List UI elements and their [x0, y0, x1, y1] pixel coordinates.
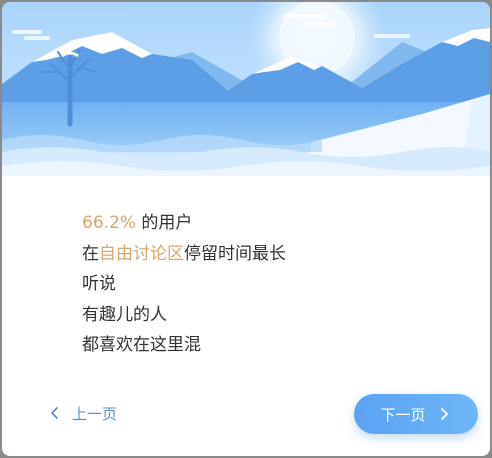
guide-line: 在自由讨论区停留时间最长 — [82, 239, 286, 270]
guide-text: 的用户 — [136, 213, 193, 233]
guide-line: 有趣儿的人 — [82, 300, 286, 331]
guide-line: 听说 — [82, 269, 286, 300]
chevron-right-icon — [440, 408, 448, 420]
chevron-left-icon — [51, 407, 58, 419]
guide-text: 听说 — [82, 274, 116, 294]
highlight-text: 自由讨论区 — [99, 243, 184, 264]
prev-page-button[interactable]: 上一页 — [46, 396, 117, 430]
guide-text: 有趣儿的人 — [82, 304, 167, 325]
guide-message: 66.2% 的用户 在自由讨论区停留时间最长 听说 有趣儿的人 都喜欢在这里混 — [82, 208, 286, 361]
guide-line: 都喜欢在这里混 — [82, 330, 286, 361]
next-page-label: 下一页 — [380, 405, 426, 424]
highlight-text: 66.2% — [82, 213, 137, 233]
guide-line: 66.2% 的用户 — [82, 208, 286, 239]
next-page-button[interactable]: 下一页 — [354, 394, 478, 434]
guide-text: 在 — [82, 243, 99, 264]
winter-landscape-illustration — [2, 2, 490, 182]
guide-text: 都喜欢在这里混 — [82, 335, 201, 355]
prev-page-label: 上一页 — [72, 404, 118, 423]
guide-dialog: 66.2% 的用户 在自由讨论区停留时间最长 听说 有趣儿的人 都喜欢在这里混 上一页 … — [2, 2, 490, 456]
guide-text: 停留时间最长 — [184, 243, 286, 264]
